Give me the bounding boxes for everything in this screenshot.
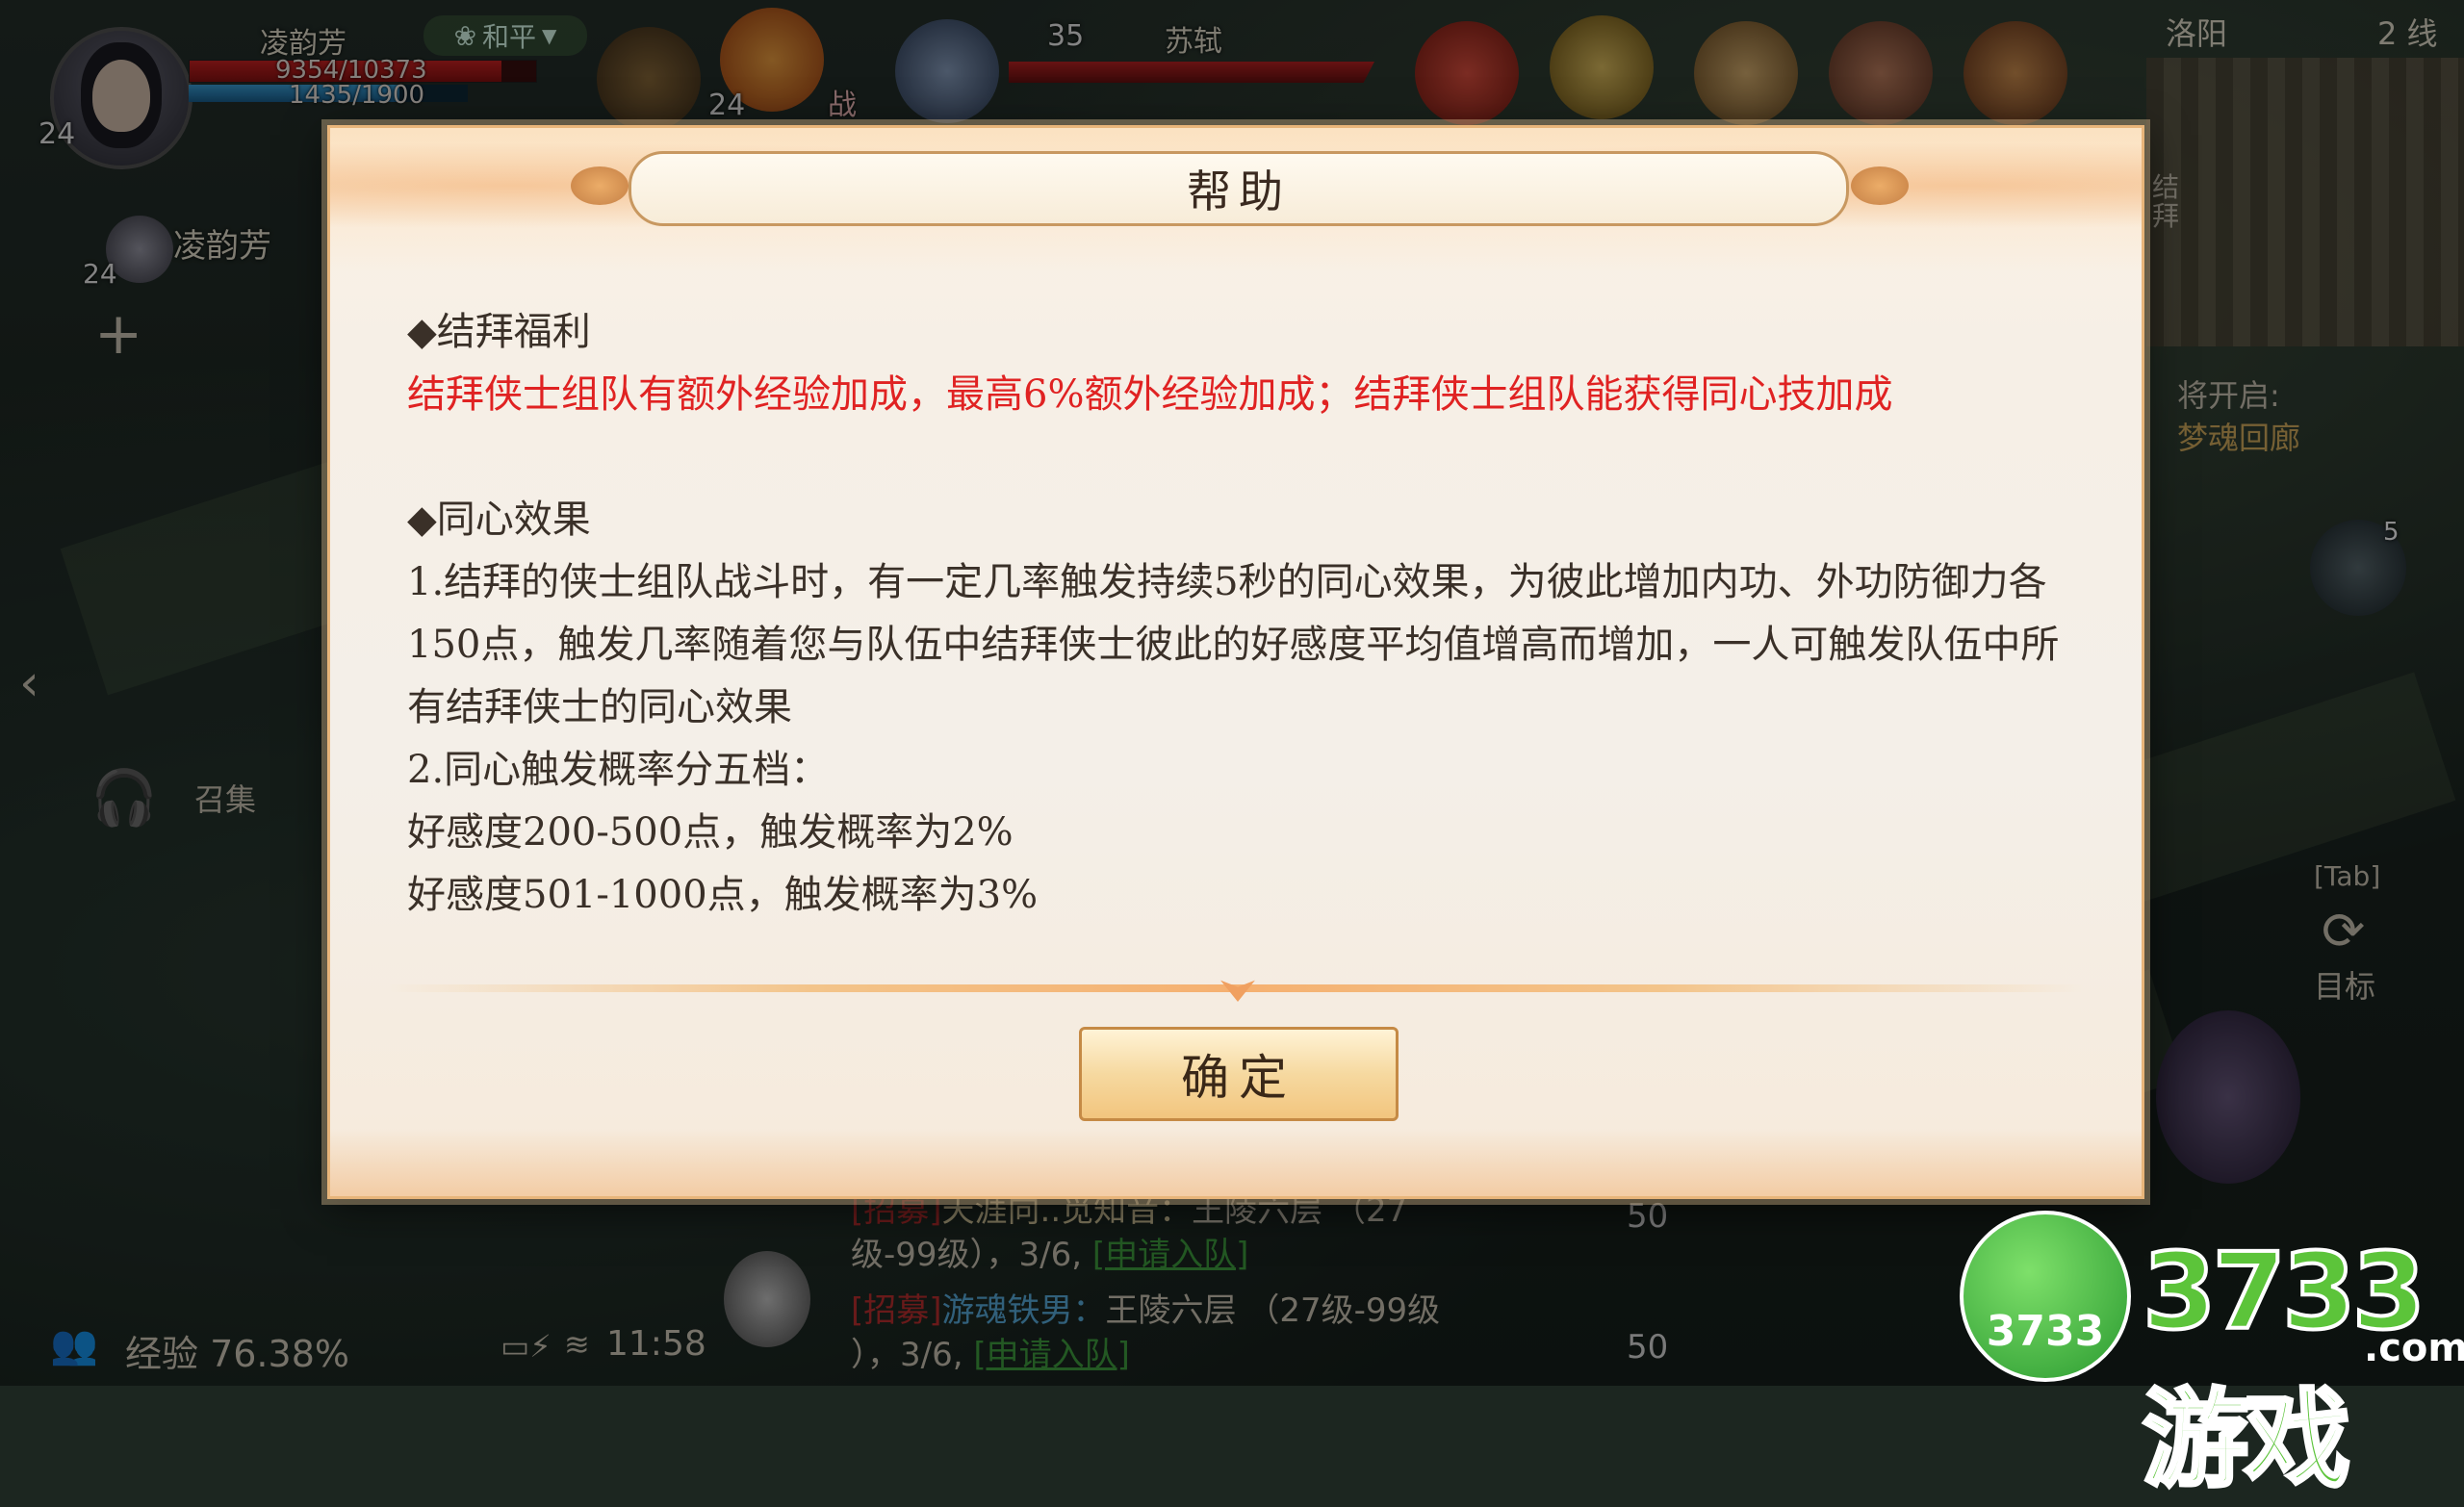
dialog-title-plate: 帮助: [629, 151, 1849, 226]
confirm-label: 确定: [1181, 1050, 1296, 1106]
section-heading-benefits: ◆结拜福利: [407, 310, 591, 354]
effect-line-2: 2.同心触发概率分五档：: [407, 748, 830, 792]
cloud-ornament-icon: [571, 166, 629, 205]
effect-line-1: 1.结拜的侠士组队战斗时，有一定几率触发持续5秒的同心效果，为彼此增加内功、外功…: [407, 560, 2060, 729]
site-watermark: 3733 3733游戏 .com: [1960, 1211, 2464, 1503]
watermark-badge: 3733: [1960, 1211, 2131, 1382]
benefits-text: 结拜侠士组队有额外经验加成，最高6%额外经验加成；结拜侠士组队能获得同心技加成: [407, 372, 1893, 417]
watermark-badge-text: 3733: [1986, 1307, 2105, 1356]
help-dialog: 帮助 ◆结拜福利 结拜侠士组队有额外经验加成，最高6%额外经验加成；结拜侠士组队…: [327, 125, 2144, 1199]
section-heading-effect: ◆同心效果: [407, 498, 591, 542]
cloud-ornament-icon: [1851, 166, 1909, 205]
effect-line-4: 好感度501-1000点，触发概率为3%: [407, 873, 1039, 917]
confirm-button[interactable]: 确定: [1079, 1027, 1399, 1121]
dialog-content: ◆结拜福利 结拜侠士组队有额外经验加成，最高6%额外经验加成；结拜侠士组队能获得…: [407, 301, 2063, 927]
dialog-title: 帮助: [1187, 166, 1291, 217]
effect-line-3: 好感度200-500点，触发概率为2%: [407, 810, 1014, 855]
watermark-domain: .com: [2364, 1326, 2464, 1370]
dialog-footer-decoration: [330, 1129, 2142, 1196]
